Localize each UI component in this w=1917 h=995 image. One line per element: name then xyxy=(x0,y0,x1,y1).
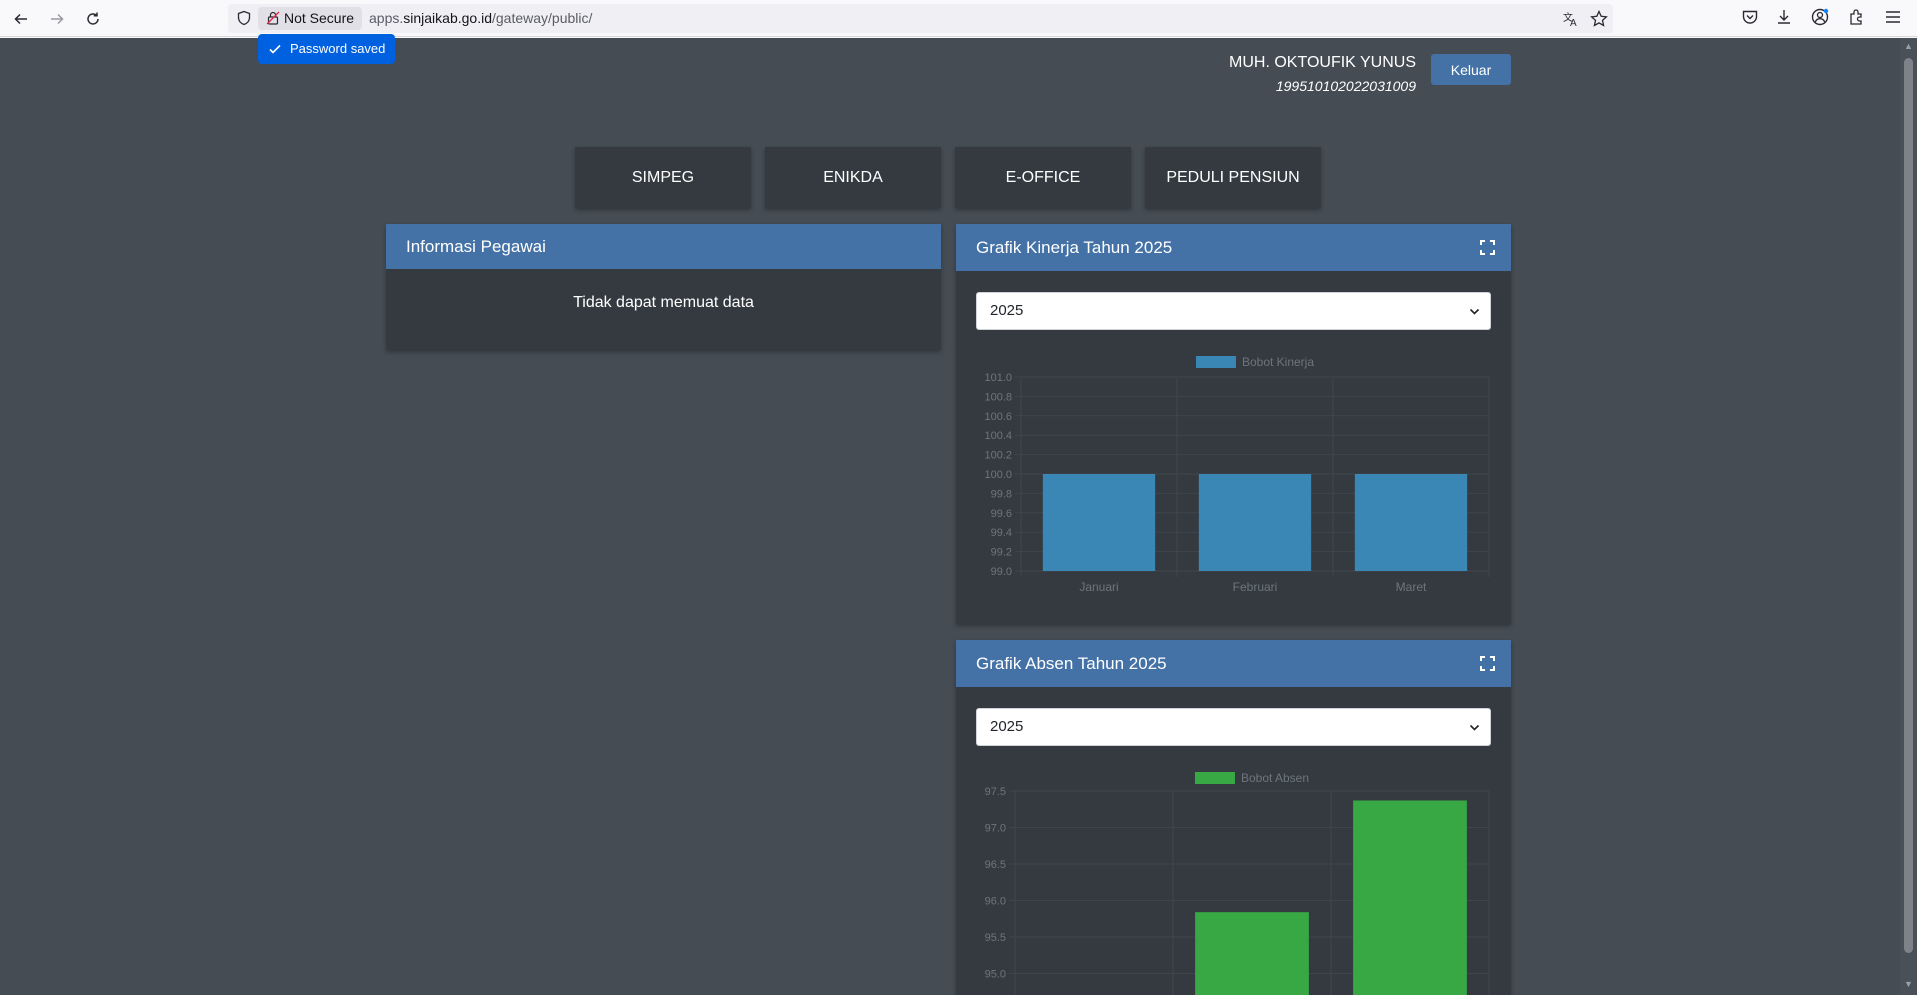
y-tick-label: 96.0 xyxy=(985,896,1006,908)
app-button-eoffice[interactable]: E-OFFICE xyxy=(955,147,1131,208)
url-domain: sinjaikab.go.id xyxy=(403,10,492,26)
y-tick-label: 95.5 xyxy=(985,932,1006,944)
bar xyxy=(1042,474,1156,571)
user-nip: 199510102022031009 xyxy=(1275,78,1416,94)
info-card-title: Informasi Pegawai xyxy=(406,236,546,256)
absen-year-select[interactable]: 2025 xyxy=(976,708,1491,746)
pocket-icon[interactable] xyxy=(1741,8,1759,26)
y-tick-label: 96.5 xyxy=(985,859,1006,871)
address-bar[interactable]: Not Secure apps.sinjaikab.go.id/gateway/… xyxy=(228,4,1613,33)
x-tick-label: Januari xyxy=(1079,580,1118,594)
info-card-message: Tidak dapat memuat data xyxy=(573,294,754,311)
absen-card-header: Grafik Absen Tahun 2025 xyxy=(956,640,1511,687)
absen-card-title: Grafik Absen Tahun 2025 xyxy=(976,653,1167,673)
x-tick-label: Maret xyxy=(1396,580,1427,594)
y-tick-label: 99.6 xyxy=(991,508,1012,520)
bar xyxy=(1195,912,1309,995)
bookmark-star-icon[interactable] xyxy=(1590,10,1608,28)
kinerja-card: Grafik Kinerja Tahun 2025 2025 Bobot Kin… xyxy=(956,224,1511,624)
password-saved-toast: Password saved xyxy=(258,34,396,64)
browser-toolbar: Not Secure apps.sinjaikab.go.id/gateway/… xyxy=(0,0,1917,37)
y-tick-label: 97.5 xyxy=(985,786,1006,798)
x-tick-label: Februari xyxy=(1233,580,1278,594)
legend-swatch xyxy=(1194,772,1235,784)
kinerja-card-title: Grafik Kinerja Tahun 2025 xyxy=(976,237,1173,257)
bar xyxy=(1198,474,1312,571)
forward-icon[interactable] xyxy=(44,6,70,32)
kinerja-year-select[interactable]: 2025 xyxy=(976,292,1491,330)
y-tick-label: 100.0 xyxy=(984,469,1012,481)
legend-label: Bobot Kinerja xyxy=(1242,355,1314,369)
info-card-header: Informasi Pegawai xyxy=(386,224,941,269)
y-tick-label: 100.2 xyxy=(984,450,1012,462)
info-card: Informasi Pegawai Tidak dapat memuat dat… xyxy=(386,224,941,350)
toast-label: Password saved xyxy=(290,41,386,56)
legend-swatch xyxy=(1195,356,1236,368)
svg-text:A: A xyxy=(1570,18,1577,28)
user-name: MUH. OKTOUFIK YUNUS xyxy=(1229,54,1416,71)
bar xyxy=(1353,800,1467,995)
y-tick-label: 100.8 xyxy=(984,391,1012,403)
y-tick-label: 99.4 xyxy=(991,527,1012,539)
bar xyxy=(1354,474,1468,571)
not-secure-badge[interactable]: Not Secure xyxy=(258,7,363,30)
reload-icon[interactable] xyxy=(80,6,106,32)
kinerja-card-header: Grafik Kinerja Tahun 2025 xyxy=(956,224,1511,271)
app-button-peduli-pensiun[interactable]: PEDULI PENSIUN xyxy=(1145,147,1321,208)
chevron-down-icon xyxy=(1469,308,1480,315)
url-text[interactable]: apps.sinjaikab.go.id/gateway/public/ xyxy=(369,10,592,26)
url-path: /gateway/public/ xyxy=(491,10,593,26)
absen-bar-chart: Bobot Absen97.597.096.596.095.595.094.5J… xyxy=(985,771,1490,995)
scrollbar-thumb[interactable] xyxy=(1904,58,1913,953)
checkmark-icon xyxy=(269,44,281,54)
fullscreen-icon[interactable] xyxy=(1480,240,1495,255)
y-tick-label: 99.0 xyxy=(991,566,1012,578)
extensions-icon[interactable] xyxy=(1848,8,1866,26)
scroll-down-icon[interactable]: ▼ xyxy=(1904,980,1913,989)
menu-icon[interactable] xyxy=(1884,8,1902,26)
app-button-simpeg[interactable]: SIMPEG xyxy=(575,147,751,208)
download-icon[interactable] xyxy=(1775,8,1793,26)
url-prefix: apps. xyxy=(369,10,404,26)
absen-year-value: 2025 xyxy=(990,718,1024,735)
y-tick-label: 100.4 xyxy=(984,430,1012,442)
y-tick-label: 95.0 xyxy=(985,969,1006,981)
not-secure-label: Not Secure xyxy=(284,10,355,26)
back-icon[interactable] xyxy=(8,6,34,32)
kinerja-bar-chart: Bobot Kinerja 101.0 100.8 100.6 100.4 100.2 10… xyxy=(984,355,1490,594)
y-tick-label: 101.0 xyxy=(984,372,1012,384)
lock-icon xyxy=(266,11,280,25)
y-tick-label: 99.2 xyxy=(991,547,1012,559)
scroll-up-icon[interactable]: ▲ xyxy=(1904,42,1913,51)
app-button-enikda[interactable]: ENIKDA xyxy=(765,147,941,208)
account-icon[interactable] xyxy=(1811,8,1829,26)
translate-icon[interactable]: 文A xyxy=(1562,10,1580,28)
kinerja-year-value: 2025 xyxy=(990,302,1024,319)
y-tick-label: 100.6 xyxy=(984,411,1012,423)
page-content: MUH. OKTOUFIK YUNUS 199510102022031009 K… xyxy=(0,38,1900,995)
fullscreen-icon[interactable] xyxy=(1480,656,1495,671)
logout-button[interactable]: Keluar xyxy=(1431,54,1511,85)
legend-label: Bobot Absen xyxy=(1241,771,1309,785)
y-tick-label: 97.0 xyxy=(985,823,1006,835)
absen-card: Grafik Absen Tahun 2025 2025 Bobot Absen… xyxy=(956,640,1511,995)
y-tick-label: 99.8 xyxy=(991,488,1012,500)
shield-icon[interactable] xyxy=(236,10,252,26)
chevron-down-icon xyxy=(1469,724,1480,731)
page-scrollbar[interactable]: ▲ ▼ xyxy=(1900,38,1917,995)
